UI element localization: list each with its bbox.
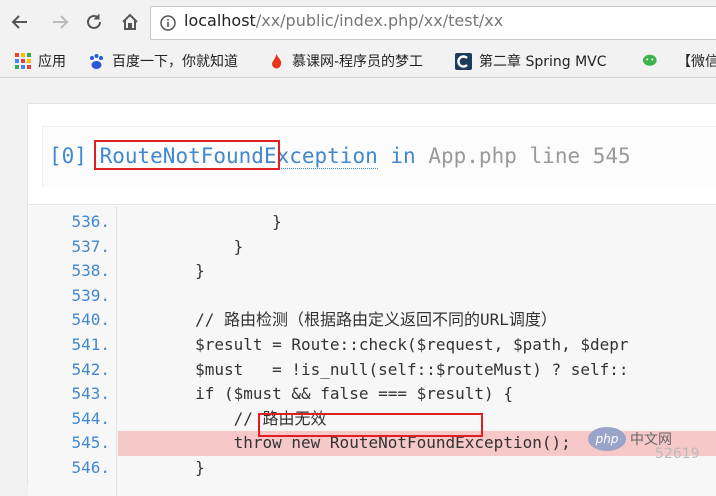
- code-line: 541. $result = Route::check($request, $p…: [28, 333, 716, 358]
- bookmark-label: 百度一下，你就知道: [112, 54, 238, 70]
- browser-toolbar: localhost/xx/public/index.php/xx/test/xx: [0, 0, 716, 44]
- line-source: if ($must && false === $result) {: [118, 384, 513, 404]
- php-logo-icon: php: [588, 427, 626, 451]
- wechat-icon: [643, 53, 660, 70]
- url-text[interactable]: localhost/xx/public/index.php/xx/test/xx: [184, 11, 503, 30]
- line-number: 540.: [71, 310, 110, 330]
- line-number: 542.: [71, 359, 110, 379]
- address-bar[interactable]: localhost/xx/public/index.php/xx/test/xx: [150, 6, 716, 40]
- exception-file: App.php: [428, 144, 517, 168]
- arrow-left-icon: [11, 15, 27, 29]
- line-number: 537.: [71, 236, 110, 256]
- bookmark-apps[interactable]: 应用: [14, 50, 66, 72]
- line-source: }: [118, 236, 244, 256]
- bookmark-label: 第二章 Spring MVC: [479, 54, 607, 70]
- bookmark-spring[interactable]: 第二章 Spring MVC: [455, 50, 607, 72]
- exception-line: line 545: [529, 144, 631, 168]
- home-icon: [122, 13, 138, 30]
- url-host: localhost: [184, 11, 256, 30]
- line-number: 544.: [71, 408, 110, 428]
- line-source: // 路由检测（根据路由定义返回不同的URL调度）: [118, 310, 557, 330]
- code-line: 543. if ($must && false === $result) {: [28, 382, 716, 407]
- bookmarks-bar: 应用 百度一下，你就知道 慕课网-程序员的梦工 第二章 Spring MVC 【…: [0, 44, 716, 78]
- bookmark-label: 应用: [38, 54, 66, 70]
- code-line: 540. // 路由检测（根据路由定义返回不同的URL调度）: [28, 308, 716, 333]
- bookmark-imooc[interactable]: 慕课网-程序员的梦工: [268, 50, 423, 72]
- reload-icon: [87, 14, 101, 29]
- reload-button[interactable]: [80, 8, 108, 36]
- line-number: 545.: [71, 433, 110, 453]
- bookmark-wechat[interactable]: 【微信: [643, 50, 716, 72]
- page-content: [0] RouteNotFoundException in App.php li…: [0, 78, 716, 496]
- baidu-paw-icon: [88, 53, 105, 70]
- home-button[interactable]: [116, 8, 144, 36]
- exception-in-word: in: [390, 144, 416, 168]
- site-c-icon: [455, 52, 472, 70]
- line-number: 536.: [71, 212, 110, 231]
- line-source: }: [118, 212, 282, 231]
- annotation-box-comment: [258, 413, 483, 437]
- info-icon[interactable]: [160, 15, 176, 31]
- line-number: 538.: [71, 261, 110, 281]
- code-line: 546. }: [28, 456, 716, 481]
- exception-index: [0]: [49, 144, 87, 168]
- imooc-flame-icon: [268, 53, 285, 70]
- line-number: 543.: [71, 384, 110, 404]
- line-number: 541.: [71, 335, 110, 354]
- arrow-right-icon: [53, 15, 69, 29]
- line-source: $result = Route::check($request, $path, …: [118, 335, 629, 354]
- line-source: }: [118, 458, 205, 477]
- line-source: }: [118, 261, 205, 281]
- code-line: 538. }: [28, 259, 716, 284]
- line-source: $must = !is_null(self::$routeMust) ? sel…: [118, 359, 629, 379]
- bookmark-label: 【微信: [677, 54, 716, 70]
- code-line: 539.: [28, 284, 716, 309]
- back-button[interactable]: [6, 8, 34, 36]
- apps-grid-icon: [14, 53, 31, 70]
- bookmark-label: 慕课网-程序员的梦工: [292, 54, 424, 70]
- watermark-id: 52619: [655, 446, 700, 462]
- code-line: 537. }: [28, 235, 716, 260]
- url-path: /xx/public/index.php/xx/test/xx: [255, 11, 504, 30]
- code-line: 536. }: [28, 210, 716, 235]
- code-line: 542. $must = !is_null(self::$routeMust) …: [28, 358, 716, 383]
- line-number: 546.: [71, 458, 110, 477]
- annotation-box-class-name: [94, 140, 280, 170]
- source-code-block: 536. } 537. } 538. } 539. 540. // 路由检测（根据路由定…: [28, 206, 716, 496]
- bookmark-baidu[interactable]: 百度一下，你就知道: [88, 50, 238, 72]
- line-number: 539.: [71, 285, 110, 305]
- forward-button[interactable]: [46, 8, 74, 36]
